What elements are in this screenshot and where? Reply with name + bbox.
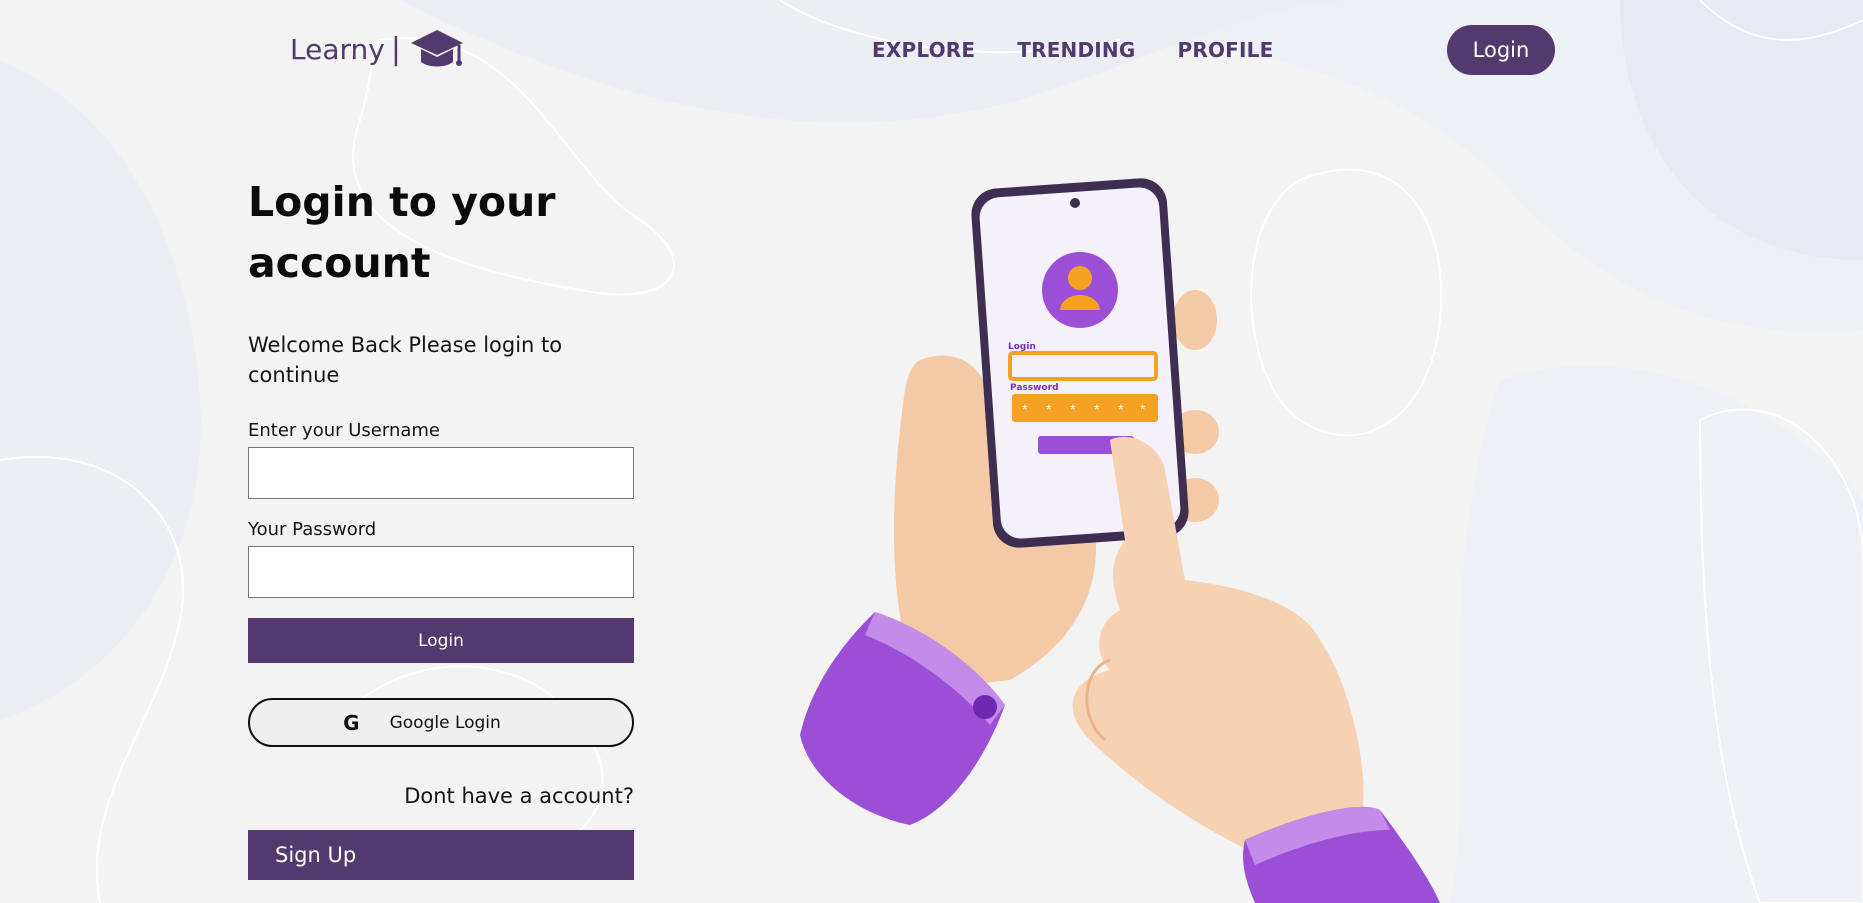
brand-logo[interactable]: Learny | [290, 28, 465, 70]
page-subtitle: Welcome Back Please login to continue [248, 333, 563, 387]
login-form: Login to your account Welcome Back Pleas… [248, 172, 634, 880]
google-icon: G [343, 710, 360, 735]
username-label: Enter your Username [248, 420, 440, 441]
google-login-button[interactable]: G Google Login [248, 698, 634, 747]
nav-explore[interactable]: EXPLORE [872, 38, 975, 62]
phone-login-illustration: Login Password * * * * * * [800, 178, 1440, 903]
site-header: Learny | EXPLORE TRENDING PROFILE Login [0, 0, 1863, 100]
brand-name: Learny [290, 32, 385, 66]
password-input[interactable] [248, 546, 634, 598]
mask-star: * [1140, 401, 1146, 417]
nav-profile[interactable]: PROFILE [1178, 38, 1274, 62]
page-title: Login to your account [248, 178, 556, 287]
username-input[interactable] [248, 447, 634, 499]
graduation-cap-icon [410, 30, 463, 67]
signup-button[interactable]: Sign Up [248, 830, 634, 880]
mask-star: * [1022, 401, 1028, 417]
brand-separator: | [390, 31, 401, 67]
mask-star: * [1046, 401, 1052, 417]
mask-star: * [1118, 401, 1124, 417]
no-account-text: Dont have a account? [404, 784, 634, 808]
login-button[interactable]: Login [248, 618, 634, 663]
phone-password-label: Password [1010, 383, 1059, 393]
google-login-label: Google Login [389, 712, 501, 733]
mask-star: * [1070, 401, 1076, 417]
main-nav: EXPLORE TRENDING PROFILE [872, 38, 1273, 62]
phone-login-label: Login [1008, 342, 1036, 352]
header-login-button[interactable]: Login [1447, 25, 1555, 75]
nav-trending[interactable]: TRENDING [1017, 38, 1135, 62]
password-label: Your Password [248, 519, 377, 540]
mask-star: * [1094, 401, 1100, 417]
